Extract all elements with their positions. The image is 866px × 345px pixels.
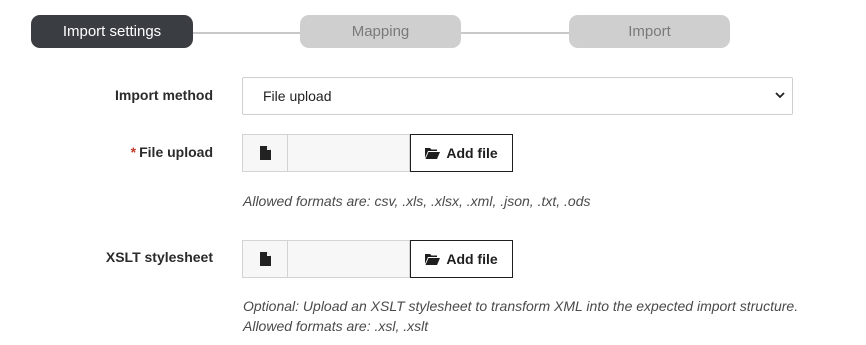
import-method-value: File upload	[263, 88, 332, 104]
stepper-connector	[190, 32, 302, 34]
folder-open-icon	[425, 254, 441, 265]
xslt-add-button[interactable]: Add file	[410, 240, 513, 278]
xslt-help-line1: Optional: Upload an XSLT stylesheet to t…	[243, 298, 799, 314]
step-import[interactable]: Import	[569, 15, 730, 48]
chevron-down-icon	[775, 92, 785, 99]
xslt-filename	[288, 240, 410, 278]
xslt-add-label: Add file	[446, 251, 498, 267]
file-upload-label: * File upload	[13, 144, 213, 160]
import-stepper: Import settings Mapping Import	[0, 0, 866, 60]
xslt-icon-box	[242, 240, 288, 278]
stepper-connector	[460, 32, 572, 34]
import-method-label: Import method	[115, 87, 213, 103]
file-upload-filename	[288, 134, 410, 172]
xslt-help-line2: Allowed formats are: .xsl, .xslt	[243, 318, 429, 334]
file-upload-label-text: File upload	[139, 144, 213, 160]
folder-open-icon	[425, 148, 441, 159]
xslt-label: XSLT stylesheet	[105, 249, 213, 265]
step-import-settings[interactable]: Import settings	[31, 15, 193, 48]
required-mark: *	[130, 144, 137, 160]
file-upload-add-label: Add file	[446, 145, 498, 161]
xslt-help: Optional: Upload an XSLT stylesheet to t…	[243, 296, 798, 336]
file-upload-help: Allowed formats are: csv, .xls, .xlsx, .…	[243, 193, 591, 209]
file-upload-add-button[interactable]: Add file	[410, 134, 513, 172]
xslt-upload-group: Add file	[242, 240, 513, 278]
file-icon	[259, 252, 271, 266]
file-upload-icon-box	[242, 134, 288, 172]
step-mapping[interactable]: Mapping	[300, 15, 461, 48]
import-method-select[interactable]: File upload	[242, 77, 793, 115]
file-upload-group: Add file	[242, 134, 513, 172]
file-icon	[259, 146, 271, 160]
